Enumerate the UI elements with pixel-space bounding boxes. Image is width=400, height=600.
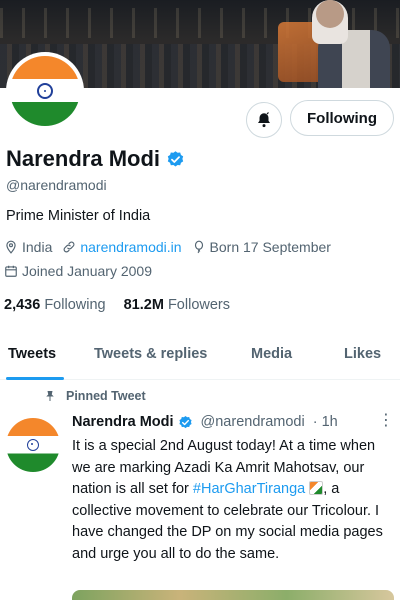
balloon-icon [194, 240, 203, 254]
profile-handle: @narendramodi [6, 177, 107, 193]
tweet-time[interactable]: · 1h [313, 414, 338, 430]
profile-name: Narendra Modi [6, 146, 161, 171]
following-button[interactable]: Following [290, 100, 394, 136]
joined-text: Joined January 2009 [22, 263, 152, 279]
tweet-header: Narendra Modi @narendramodi · 1h [72, 414, 338, 430]
link-icon [63, 241, 75, 253]
tweet-author-avatar[interactable] [6, 418, 60, 472]
calendar-icon [5, 265, 17, 277]
tab-tweets-replies[interactable]: Tweets & replies [94, 346, 207, 362]
following-label: Following [44, 297, 106, 313]
tweet-body: It is a special 2nd August today! At a t… [72, 436, 394, 565]
profile-name-row: Narendra Modi [6, 146, 185, 172]
location-pin-icon [6, 240, 16, 254]
following-count: 2,436 [4, 297, 41, 313]
joined-item: Joined January 2009 [4, 263, 152, 279]
more-options-icon[interactable]: ⋮ [378, 410, 395, 430]
tab-likes[interactable]: Likes [344, 346, 381, 362]
birthday-text: Born 17 September [209, 239, 331, 255]
profile-bio: Prime Minister of India [6, 208, 151, 224]
website-item[interactable]: narendramodi.in [62, 239, 182, 255]
profile-meta-row: India narendramodi.in Born 17 September [4, 239, 341, 255]
verified-badge-icon [167, 150, 184, 167]
tweet-author-name[interactable]: Narendra Modi [72, 414, 174, 430]
profile-tabs: Tweets Tweets & replies Media Likes [0, 336, 400, 380]
bell-icon [258, 112, 270, 128]
active-tab-indicator [6, 377, 64, 380]
tab-media[interactable]: Media [251, 346, 292, 362]
pinned-tweet-label-row: Pinned Tweet [44, 389, 146, 403]
chakra-icon [27, 439, 39, 451]
tweet-hashtag[interactable]: #HarGharTiranga [193, 481, 305, 497]
tweet-author-handle[interactable]: @narendramodi [201, 414, 305, 430]
notifications-button[interactable] [246, 102, 282, 138]
banner-figure-head [316, 0, 344, 28]
tweet-media-preview[interactable] [72, 590, 394, 600]
tricolour-flag-avatar [10, 56, 80, 126]
tab-tweets[interactable]: Tweets [8, 346, 56, 362]
chakra-icon [37, 83, 53, 99]
location-item: India [4, 239, 52, 255]
tricolour-emoji-icon [309, 481, 324, 495]
following-stat[interactable]: 2,436 Following [4, 297, 110, 313]
verified-badge-icon [178, 415, 192, 428]
follow-stats: 2,436 Following 81.2M Followers [4, 297, 244, 313]
website-link[interactable]: narendramodi.in [80, 239, 181, 255]
pin-icon [46, 391, 54, 401]
followers-label: Followers [167, 297, 230, 313]
pinned-tweet-label: Pinned Tweet [66, 389, 146, 403]
location-text: India [22, 239, 53, 255]
profile-joined-row: Joined January 2009 [4, 263, 162, 279]
followers-stat[interactable]: 81.2M Followers [124, 297, 230, 313]
birthday-item: Born 17 September [192, 239, 331, 255]
followers-count: 81.2M [123, 297, 164, 313]
profile-avatar[interactable] [6, 52, 84, 130]
